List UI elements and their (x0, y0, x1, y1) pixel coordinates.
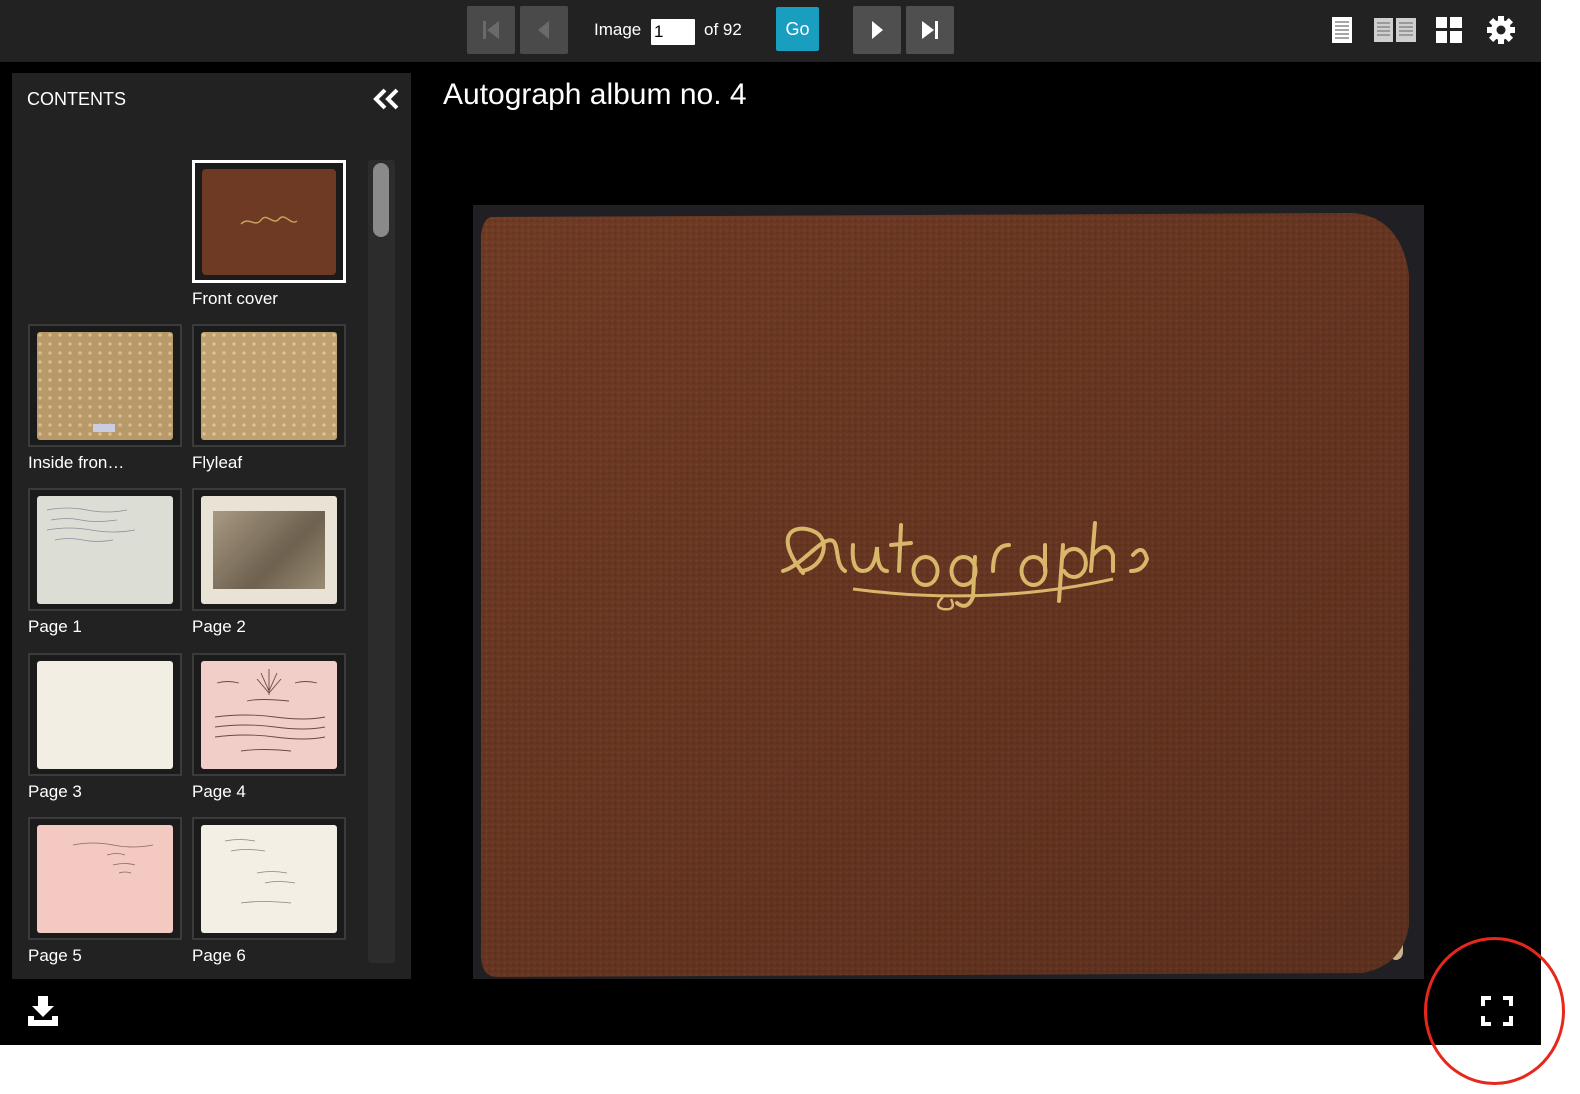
single-page-view-icon (1332, 17, 1352, 43)
thumbnail-label: Page 3 (28, 782, 82, 801)
settings-button[interactable] (1486, 14, 1516, 46)
illustration-mark (214, 668, 326, 751)
annotation-highlight-circle (1424, 937, 1565, 1085)
image-total-label: of 92 (704, 20, 742, 39)
photo-image (213, 510, 325, 589)
thumbnail-page-6[interactable] (192, 817, 346, 940)
next-page-button[interactable] (853, 6, 901, 54)
grid-view-icon (1436, 17, 1462, 43)
previous-page-icon (538, 21, 549, 39)
grid-view-button[interactable] (1435, 14, 1463, 46)
two-page-view-button[interactable] (1373, 14, 1417, 46)
collapse-sidebar-icon (373, 88, 399, 110)
cover-script-mark (240, 215, 298, 225)
single-page-view-button[interactable] (1330, 14, 1354, 46)
settings-gear-icon (1487, 16, 1515, 44)
thumbnail-label: Page 6 (192, 946, 246, 965)
image-label: Image (594, 20, 642, 39)
thumbnail-page-3[interactable] (28, 653, 182, 776)
thumbnail-label: Page 5 (28, 946, 82, 965)
thumbnail-page-1[interactable] (28, 488, 182, 611)
previous-page-button[interactable] (520, 6, 568, 54)
thumbnail-label: Page 1 (28, 617, 82, 636)
contents-sidebar: CONTENTS Front cover Inside fron… Flylea… (12, 73, 411, 979)
thumbnail-label: Page 4 (192, 782, 246, 801)
thumbnail-label: Page 2 (192, 617, 246, 636)
scrollbar-thumb[interactable] (373, 163, 389, 237)
label-sticker (93, 423, 115, 432)
go-button[interactable]: Go (776, 7, 819, 51)
thumbnail-page-4[interactable] (192, 653, 346, 776)
first-page-button[interactable] (467, 6, 515, 54)
download-button[interactable] (26, 996, 60, 1028)
handwriting-mark (224, 838, 296, 903)
album-cover-image (481, 213, 1409, 977)
collapse-sidebar-button[interactable] (372, 87, 402, 113)
first-page-icon (483, 21, 499, 39)
thumbnail-label: Inside fron… (28, 453, 125, 472)
document-title: Autograph album no. 4 (443, 78, 747, 111)
thumbnail-front-cover[interactable] (192, 160, 346, 283)
thumbnail-flyleaf[interactable] (192, 324, 346, 447)
thumbnail-list: Front cover Inside fron… Flyleaf Page 1 (12, 160, 364, 975)
thumbnail-page-2[interactable] (192, 488, 346, 611)
thumbnail-label: Flyleaf (192, 453, 243, 472)
last-page-button[interactable] (906, 6, 954, 54)
image-number-input[interactable] (649, 17, 697, 47)
handwriting-mark (72, 842, 154, 873)
thumbnail-inside-front-cover[interactable] (28, 324, 182, 447)
next-page-icon (872, 21, 883, 39)
sidebar-title: CONTENTS (27, 89, 126, 109)
download-icon (28, 996, 58, 1026)
two-page-view-icon (1374, 18, 1416, 42)
thumbnail-label: Front cover (192, 289, 278, 308)
toolbar: Image of 92 Go (0, 0, 1541, 62)
thumbnail-scrollbar[interactable] (368, 160, 395, 963)
handwriting-mark (46, 507, 136, 542)
main-page-image[interactable] (473, 205, 1424, 979)
last-page-icon (922, 21, 938, 39)
viewer: Image of 92 Go (0, 0, 1541, 1045)
thumbnail-page-5[interactable] (28, 817, 182, 940)
